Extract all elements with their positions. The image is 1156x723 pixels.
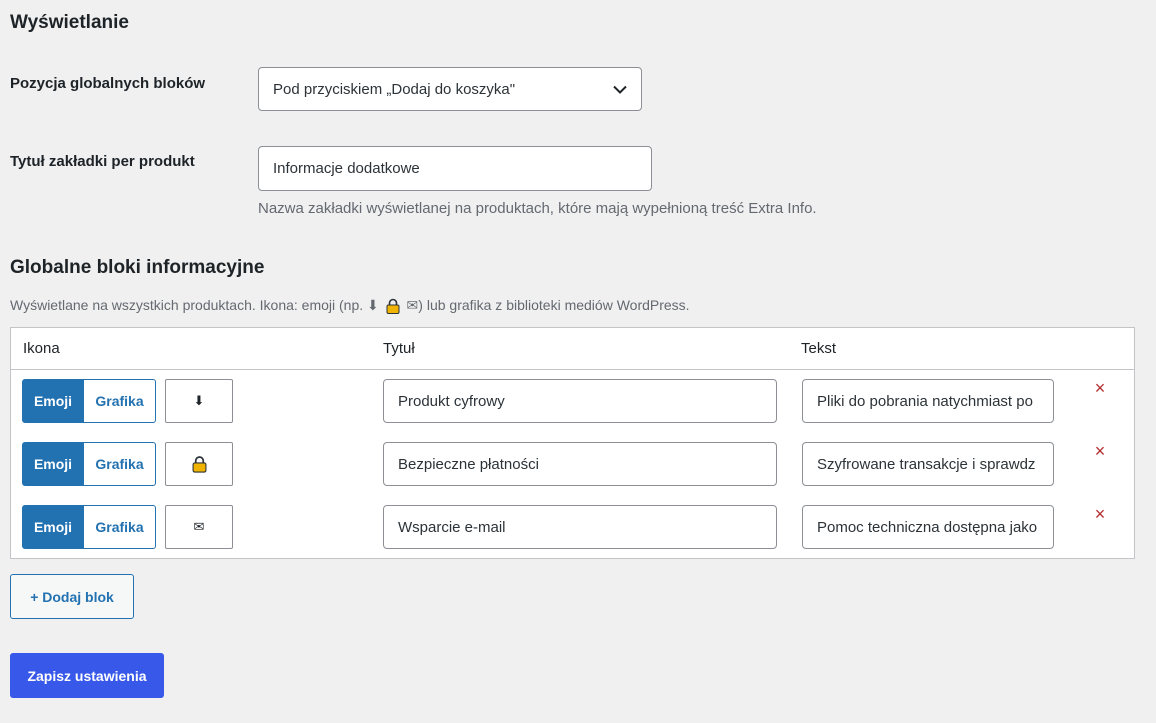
block-title-input[interactable]	[383, 442, 777, 486]
position-select[interactable]: Pod przyciskiem „Dodaj do koszyka"	[258, 67, 642, 111]
global-blocks-description: Wyświetlane na wszystkich produktach. Ik…	[10, 297, 690, 315]
remove-row-button[interactable]: ×	[1091, 379, 1109, 397]
save-settings-button[interactable]: Zapisz ustawienia	[10, 653, 164, 698]
icon-mode-toggle: Emoji Grafika	[22, 505, 156, 549]
description-suffix: ✉) lub grafika z biblioteki mediów WordP…	[406, 297, 690, 313]
position-select-value: Pod przyciskiem „Dodaj do koszyka"	[273, 80, 516, 98]
download-arrow-icon: ⬇	[193, 393, 205, 408]
table-row: Emoji Grafika ⬇ ×	[11, 379, 1134, 423]
section-title-display: Wyświetlanie	[10, 12, 129, 33]
emoji-mode-button[interactable]: Emoji	[22, 505, 84, 549]
column-header-title: Tytuł	[383, 340, 415, 357]
tab-title-input[interactable]	[258, 146, 652, 191]
table-row: Emoji Grafika ✉ ×	[11, 505, 1134, 549]
tab-title-label: Tytuł zakładki per produkt	[10, 153, 195, 170]
chevron-down-icon	[613, 85, 627, 94]
emoji-mode-button[interactable]: Emoji	[22, 442, 84, 486]
emoji-input[interactable]: ⬇	[165, 379, 233, 423]
blocks-table: Ikona Tytuł Tekst Emoji Grafika ⬇ × Emoj…	[10, 327, 1135, 559]
image-mode-button[interactable]: Grafika	[84, 442, 156, 486]
remove-row-button[interactable]: ×	[1091, 505, 1109, 523]
envelope-icon: ✉	[193, 519, 205, 534]
block-text-input[interactable]	[802, 379, 1054, 423]
emoji-input[interactable]	[165, 442, 233, 486]
table-header: Ikona Tytuł Tekst	[11, 328, 1134, 370]
remove-row-button[interactable]: ×	[1091, 442, 1109, 460]
add-block-button[interactable]: + Dodaj blok	[10, 574, 134, 619]
block-title-input[interactable]	[383, 505, 777, 549]
description-prefix: Wyświetlane na wszystkich produktach. Ik…	[10, 297, 379, 313]
tab-title-description: Nazwa zakładki wyświetlanej na produktac…	[258, 200, 817, 217]
position-label: Pozycja globalnych bloków	[10, 75, 206, 92]
image-mode-button[interactable]: Grafika	[84, 379, 156, 423]
column-header-text: Tekst	[801, 340, 837, 357]
column-header-icon: Ikona	[23, 340, 60, 357]
block-text-input[interactable]	[802, 442, 1054, 486]
image-mode-button[interactable]: Grafika	[84, 505, 156, 549]
emoji-input[interactable]: ✉	[165, 505, 233, 549]
icon-mode-toggle: Emoji Grafika	[22, 379, 156, 423]
block-title-input[interactable]	[383, 379, 777, 423]
block-text-input[interactable]	[802, 505, 1054, 549]
lock-icon	[386, 299, 400, 315]
emoji-mode-button[interactable]: Emoji	[22, 379, 84, 423]
table-row: Emoji Grafika ×	[11, 442, 1134, 486]
icon-mode-toggle: Emoji Grafika	[22, 442, 156, 486]
lock-icon	[192, 456, 206, 473]
section-title-global-blocks: Globalne bloki informacyjne	[10, 257, 265, 278]
